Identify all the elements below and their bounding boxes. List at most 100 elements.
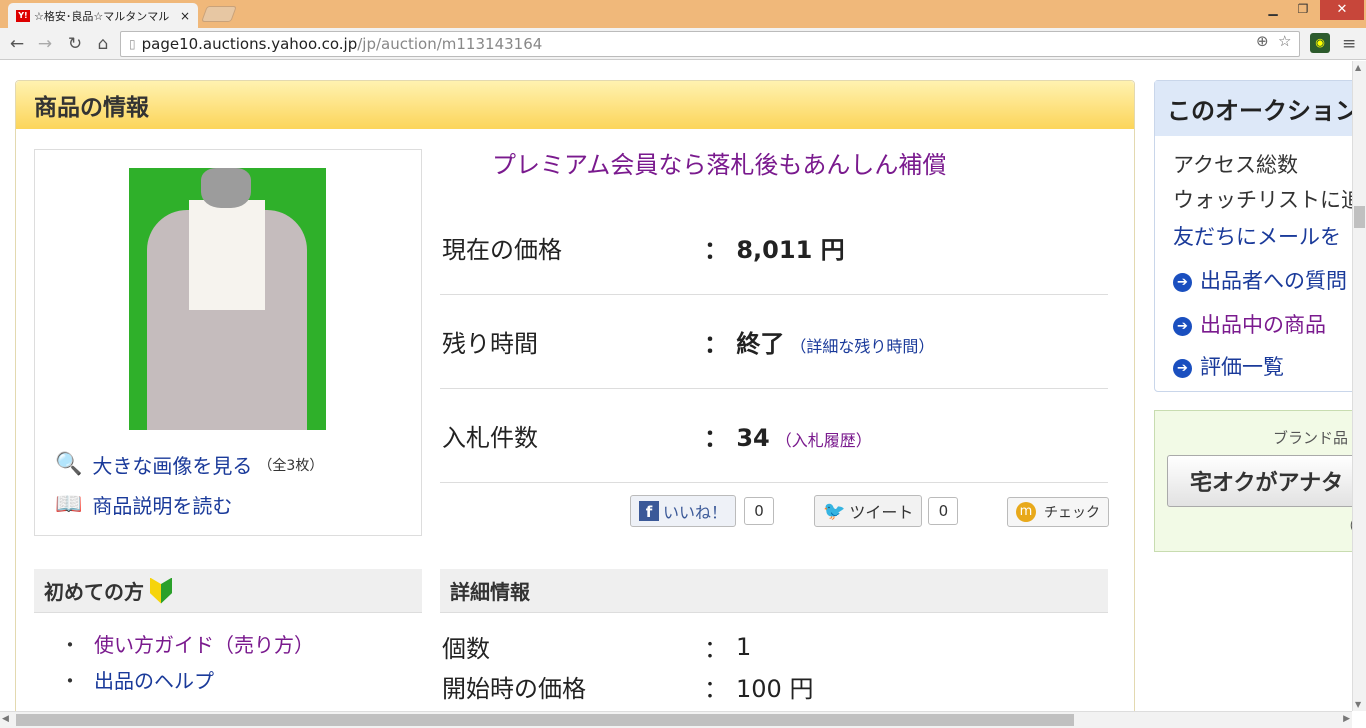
minimize-icon[interactable]: ▁ — [1260, 2, 1286, 16]
scroll-right-icon[interactable]: ▶ — [1343, 714, 1350, 724]
arrow-right-icon: ➔ — [1173, 273, 1192, 292]
seller-question-link[interactable]: ➔ 出品者への質問 — [1173, 265, 1347, 295]
horizontal-scroll-thumb[interactable] — [16, 714, 1074, 726]
url-domain: page10.auctions.yahoo.co.jp — [141, 35, 358, 53]
item-info-panel: 商品の情報 🔍 大きな画像を見る （全3枚） 📖 商品説明を読む プレミアム会員… — [15, 80, 1135, 711]
arrow-right-icon: ➔ — [1173, 317, 1192, 336]
tab-title: ☆格安･良品☆マルタンマル — [34, 9, 170, 23]
ratings-label: 評価一覧 — [1200, 355, 1284, 379]
new-tab-button[interactable] — [201, 6, 237, 22]
summary-row-bids: 入札件数 ： 34 （入札履歴） — [440, 389, 1108, 483]
sidebar-title: このオークション — [1155, 81, 1352, 136]
url-path: /jp/auction/m113143164 — [357, 35, 543, 53]
summary-colon: ： — [704, 236, 728, 264]
view-large-image-label[interactable]: 大きな画像を見る — [92, 450, 252, 479]
summary-row-time: 残り時間 ： 終了 （詳細な残り時間） — [440, 295, 1108, 389]
brand-box: ブランド品 宅オクがアナタ （ — [1154, 410, 1352, 552]
like-count: 0 — [744, 497, 775, 525]
mannequin-head — [201, 168, 251, 208]
listing-help-label[interactable]: 出品のヘルプ — [94, 665, 214, 694]
menu-icon[interactable]: ≡ — [1342, 34, 1356, 54]
check-label: チェック — [1044, 505, 1100, 521]
address-bar[interactable]: ▯ page10.auctions.yahoo.co.jp/jp/auction… — [120, 31, 1300, 57]
detail-colon: ： — [704, 635, 728, 663]
book-icon: 📖 — [55, 492, 83, 517]
panel-title: 商品の情報 — [16, 81, 1134, 129]
listing-help-link[interactable]: ・ 出品のヘルプ — [60, 665, 214, 694]
tweet-count: 0 — [928, 497, 959, 525]
bid-count: 34 — [736, 424, 770, 452]
listed-items-label: 出品中の商品 — [1200, 313, 1326, 337]
premium-promo-link[interactable]: プレミアム会員なら落札後もあんしん補償 — [492, 145, 946, 180]
summary-row-price: 現在の価格 ： 8,011 円 — [440, 201, 1108, 295]
read-description-label[interactable]: 商品説明を読む — [92, 490, 232, 519]
yahoo-favicon-icon: Y! — [16, 9, 30, 22]
tab-close-icon[interactable]: × — [180, 9, 190, 23]
read-description-link[interactable]: 📖 商品説明を読む — [55, 490, 232, 519]
tweet-label: ツイート — [849, 503, 914, 522]
detail-label: 個数 — [442, 635, 490, 663]
summary-colon: ： — [704, 424, 728, 452]
vertical-scroll-thumb[interactable] — [1354, 206, 1365, 228]
facebook-icon: f — [639, 501, 659, 521]
back-icon[interactable]: ← — [6, 33, 28, 55]
browser-toolbar: ← → ↻ ⌂ ▯ page10.auctions.yahoo.co.jp/jp… — [0, 28, 1366, 60]
facebook-like: f いいね！ 0 — [630, 495, 775, 527]
vertical-scrollbar[interactable]: ▲ ▼ — [1352, 61, 1366, 711]
horizontal-scrollbar[interactable]: ◀ ▶ — [0, 711, 1352, 728]
help-guide-label[interactable]: 使い方ガイド（売り方） — [94, 629, 314, 658]
current-price: 8,011 円 — [736, 236, 845, 264]
window-close-icon[interactable]: ✕ — [1320, 0, 1364, 20]
brand-label: ブランド品 — [1273, 429, 1349, 447]
product-photo[interactable] — [129, 168, 326, 430]
detail-value: 1 — [736, 632, 752, 661]
browser-tab[interactable]: Y! ☆格安･良品☆マルタンマル × — [8, 3, 198, 28]
scroll-up-icon[interactable]: ▲ — [1355, 63, 1361, 72]
bookmark-star-icon[interactable]: ☆ — [1278, 32, 1291, 50]
twitter-bird-icon: 🐦 — [823, 500, 846, 522]
listed-items-link[interactable]: ➔ 出品中の商品 — [1173, 309, 1326, 339]
scroll-down-icon[interactable]: ▼ — [1355, 700, 1361, 709]
bid-history-link[interactable]: （入札履歴） — [776, 431, 872, 450]
detail-value: 100 円 — [736, 675, 814, 703]
magnifier-icon: 🔍 — [55, 452, 83, 477]
detail-time-link[interactable]: （詳細な残り時間） — [790, 337, 934, 356]
image-count-note: （全3枚） — [258, 457, 324, 474]
summary-label: 入札件数 — [442, 424, 538, 452]
reload-icon[interactable]: ↻ — [64, 33, 86, 55]
email-friend-link[interactable]: 友だちにメールを — [1173, 221, 1341, 251]
beginner-leaf-icon — [150, 577, 172, 604]
home-icon[interactable]: ⌂ — [92, 33, 114, 55]
tweet-button[interactable]: 🐦 ツイート — [814, 495, 923, 527]
arrow-right-icon: ➔ — [1173, 359, 1192, 378]
view-large-image-link[interactable]: 🔍 大きな画像を見る （全3枚） — [55, 450, 323, 479]
detail-row-start-price: 開始時の価格 ： 100 円 — [440, 669, 1108, 704]
detail-colon: ： — [704, 675, 728, 703]
details-header: 詳細情報 — [440, 569, 1108, 613]
shirt-shape — [189, 200, 265, 310]
page-content: 商品の情報 🔍 大きな画像を見る （全3枚） 📖 商品説明を読む プレミアム会員… — [0, 61, 1352, 711]
scroll-left-icon[interactable]: ◀ — [2, 714, 9, 724]
bullet-icon: ・ — [60, 633, 80, 657]
extension-icon[interactable]: ◉ — [1310, 33, 1330, 53]
seller-question-label: 出品者への質問 — [1200, 269, 1347, 293]
access-count-label: アクセス総数 — [1173, 153, 1298, 177]
facebook-like-button[interactable]: f いいね！ — [630, 495, 737, 527]
bullet-icon: ・ — [60, 669, 80, 693]
mixi-check-button[interactable]: m チェック — [1007, 497, 1109, 527]
help-guide-link[interactable]: ・ 使い方ガイド（売り方） — [60, 629, 314, 658]
brand-button[interactable]: 宅オクがアナタ — [1167, 455, 1352, 507]
image-box: 🔍 大きな画像を見る （全3枚） 📖 商品説明を読む — [34, 149, 422, 536]
ratings-link[interactable]: ➔ 評価一覧 — [1173, 351, 1284, 381]
summary-label: 残り時間 — [442, 330, 538, 358]
restore-icon[interactable]: ❐ — [1290, 2, 1316, 16]
detail-row-quantity: 個数 ： 1 — [440, 629, 1108, 664]
beginner-title: 初めての方 — [44, 580, 144, 604]
forward-icon[interactable]: → — [34, 33, 56, 55]
detail-label: 開始時の価格 — [442, 675, 586, 703]
brand-note: （ — [1341, 516, 1352, 536]
zoom-icon[interactable]: ⊕ — [1256, 32, 1269, 50]
browser-titlebar: Y! ☆格安･良品☆マルタンマル × ▁ ❐ ✕ — [0, 0, 1366, 28]
like-label: いいね！ — [663, 503, 728, 522]
time-left: 終了 — [736, 330, 785, 358]
